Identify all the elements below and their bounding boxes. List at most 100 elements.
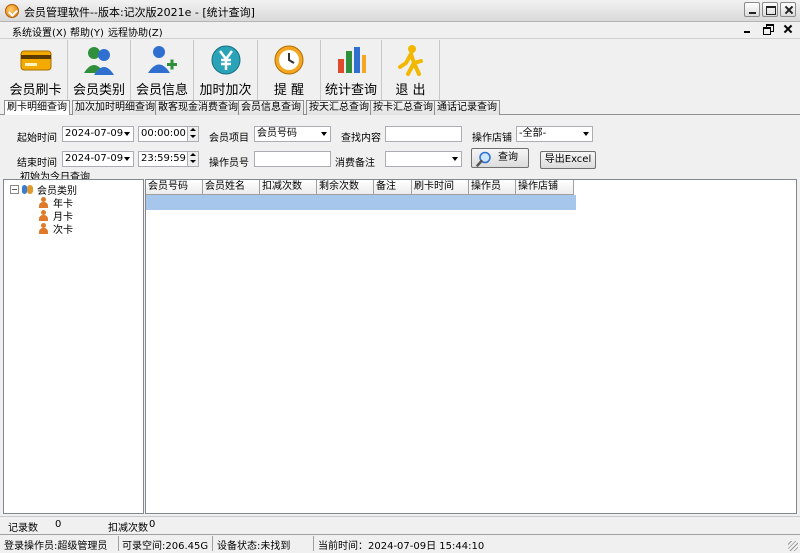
spinner-icon[interactable]	[187, 152, 198, 166]
search-content-input[interactable]	[385, 126, 462, 142]
menu-help[interactable]: 帮助(Y)	[70, 24, 104, 39]
tab-card-summary[interactable]: 按卡汇总查询	[370, 100, 436, 115]
filter-panel: 起始时间 2024-07-09 00:00:00 会员项目 会员号码 查找内容 …	[0, 115, 800, 183]
operator-label: 操作员号	[209, 158, 249, 169]
start-time-label: 起始时间	[17, 133, 57, 144]
remark-select[interactable]	[385, 151, 462, 167]
tree-item-label: 次卡	[53, 225, 73, 236]
member-swipe-label: 会员刷卡	[9, 83, 62, 98]
mdi-restore-button[interactable]	[762, 23, 774, 35]
table-row[interactable]	[146, 195, 576, 210]
tab-member-info[interactable]: 会员信息查询	[238, 100, 304, 115]
search-content-label: 查找内容	[341, 133, 381, 144]
column-store[interactable]: 操作店铺	[516, 180, 574, 195]
tree-item-count[interactable]: 次卡	[38, 221, 73, 236]
swipe-detail-grid[interactable]: 会员号码 会员姓名 扣减次数 剩余次数 备注 刷卡时间 操作员 操作店铺	[145, 179, 797, 514]
deduct-count-value: 0	[149, 519, 156, 530]
end-time-label: 结束时间	[17, 158, 57, 169]
users-icon	[82, 43, 116, 77]
bar-chart-icon	[334, 43, 368, 77]
mdi-close-button[interactable]	[782, 23, 794, 35]
users-icon	[22, 184, 34, 195]
card-icon	[19, 43, 53, 77]
status-operator: 登录操作员:超级管理员	[4, 541, 108, 552]
reminder-button[interactable]: 提 醒	[258, 40, 321, 100]
status-device: 设备状态:未找到	[217, 541, 291, 552]
exit-icon	[394, 43, 428, 77]
record-count-value: 0	[55, 519, 62, 530]
add-user-icon	[145, 43, 179, 77]
member-item-label: 会员项目	[209, 133, 249, 144]
end-date-picker[interactable]: 2024-07-09	[62, 151, 134, 167]
column-operator[interactable]: 操作员	[469, 180, 516, 195]
deduct-count-label: 扣减次数	[108, 523, 148, 534]
store-label: 操作店铺	[472, 133, 512, 144]
query-tabs: 刷卡明细查询 加次加时明细查询 散客现金消费查询 会员信息查询 按天汇总查询 按…	[0, 100, 800, 116]
title-bar[interactable]: 会员管理软件--版本:记次版2021e - [统计查询]	[0, 0, 800, 22]
export-excel-button[interactable]: 导出Excel	[540, 151, 596, 169]
member-info-button[interactable]: 会员信息	[131, 40, 194, 100]
member-info-label: 会员信息	[135, 83, 188, 98]
member-swipe-button[interactable]: 会员刷卡	[4, 40, 68, 100]
member-category-tree: − 会员类别 年卡 月卡 次卡	[3, 179, 144, 514]
chevron-down-icon	[583, 132, 589, 136]
end-time-spinner[interactable]: 23:59:59	[138, 151, 199, 167]
person-icon	[38, 210, 50, 221]
tab-swipe-detail[interactable]: 刷卡明细查询	[4, 100, 70, 116]
start-time-spinner[interactable]: 00:00:00	[138, 126, 199, 142]
status-divider	[313, 536, 314, 551]
tab-add-detail[interactable]: 加次加时明细查询	[72, 100, 158, 115]
reminder-label: 提 醒	[273, 83, 305, 98]
query-button-label: 查询	[498, 152, 518, 163]
clock-icon	[272, 43, 306, 77]
status-bar: 登录操作员:超级管理员 可录空间:206.45G 设备状态:未找到 当前时间：2…	[0, 534, 800, 553]
start-time-value: 00:00:00	[141, 128, 186, 139]
person-icon	[38, 197, 50, 208]
start-date-picker[interactable]: 2024-07-09	[62, 126, 134, 142]
tab-guest-cash[interactable]: 散客现金消费查询	[155, 100, 241, 115]
maximize-button[interactable]	[762, 2, 778, 17]
exit-label: 退 出	[395, 83, 426, 98]
exit-button[interactable]: 退 出	[382, 40, 440, 100]
end-date-value: 2024-07-09	[65, 153, 124, 164]
mdi-controls	[742, 23, 794, 35]
collapse-icon[interactable]: −	[10, 185, 19, 194]
statistics-query-button[interactable]: 统计查询	[321, 40, 382, 100]
grid-header: 会员号码 会员姓名 扣减次数 剩余次数 备注 刷卡时间 操作员 操作店铺	[146, 180, 574, 195]
column-swipe-time[interactable]: 刷卡时间	[412, 180, 469, 195]
column-remaining-count[interactable]: 剩余次数	[317, 180, 374, 195]
toolbar: 会员刷卡 会员类别 会员信息 加时加次 提 醒 统计查询 退 出	[0, 38, 800, 100]
person-icon	[38, 223, 50, 234]
end-time-value: 23:59:59	[141, 153, 186, 164]
spinner-icon[interactable]	[187, 127, 198, 141]
minimize-button[interactable]	[744, 2, 760, 17]
menu-system-settings[interactable]: 系统设置(X)	[12, 24, 67, 39]
member-item-select[interactable]: 会员号码	[254, 126, 331, 142]
operator-input[interactable]	[254, 151, 331, 167]
column-member-no[interactable]: 会员号码	[146, 180, 203, 195]
column-deduct-count[interactable]: 扣减次数	[260, 180, 317, 195]
search-icon	[476, 151, 492, 167]
remark-label: 消费备注	[335, 158, 375, 169]
menu-remote-assist[interactable]: 远程协助(Z)	[108, 24, 163, 39]
tab-daily-summary[interactable]: 按天汇总查询	[306, 100, 372, 115]
column-remark[interactable]: 备注	[374, 180, 412, 195]
summary-bar: 记录数 0 扣减次数 0	[0, 516, 800, 534]
resize-grip-icon[interactable]	[788, 541, 798, 551]
tab-call-records[interactable]: 通话记录查询	[434, 100, 500, 115]
add-time-count-button[interactable]: 加时加次	[194, 40, 258, 100]
query-button[interactable]: 查询	[471, 148, 529, 168]
record-count-label: 记录数	[8, 523, 38, 534]
mdi-minimize-button[interactable]	[742, 23, 754, 35]
start-date-value: 2024-07-09	[65, 128, 124, 139]
store-select[interactable]: -全部-	[516, 126, 593, 142]
yen-icon	[209, 43, 243, 77]
close-button[interactable]	[780, 2, 796, 17]
app-logo-icon	[5, 4, 19, 18]
member-category-label: 会员类别	[72, 83, 125, 98]
chevron-down-icon	[124, 157, 130, 161]
chevron-down-icon	[452, 157, 458, 161]
member-category-button[interactable]: 会员类别	[68, 40, 131, 100]
statistics-query-label: 统计查询	[324, 83, 377, 98]
column-member-name[interactable]: 会员姓名	[203, 180, 260, 195]
